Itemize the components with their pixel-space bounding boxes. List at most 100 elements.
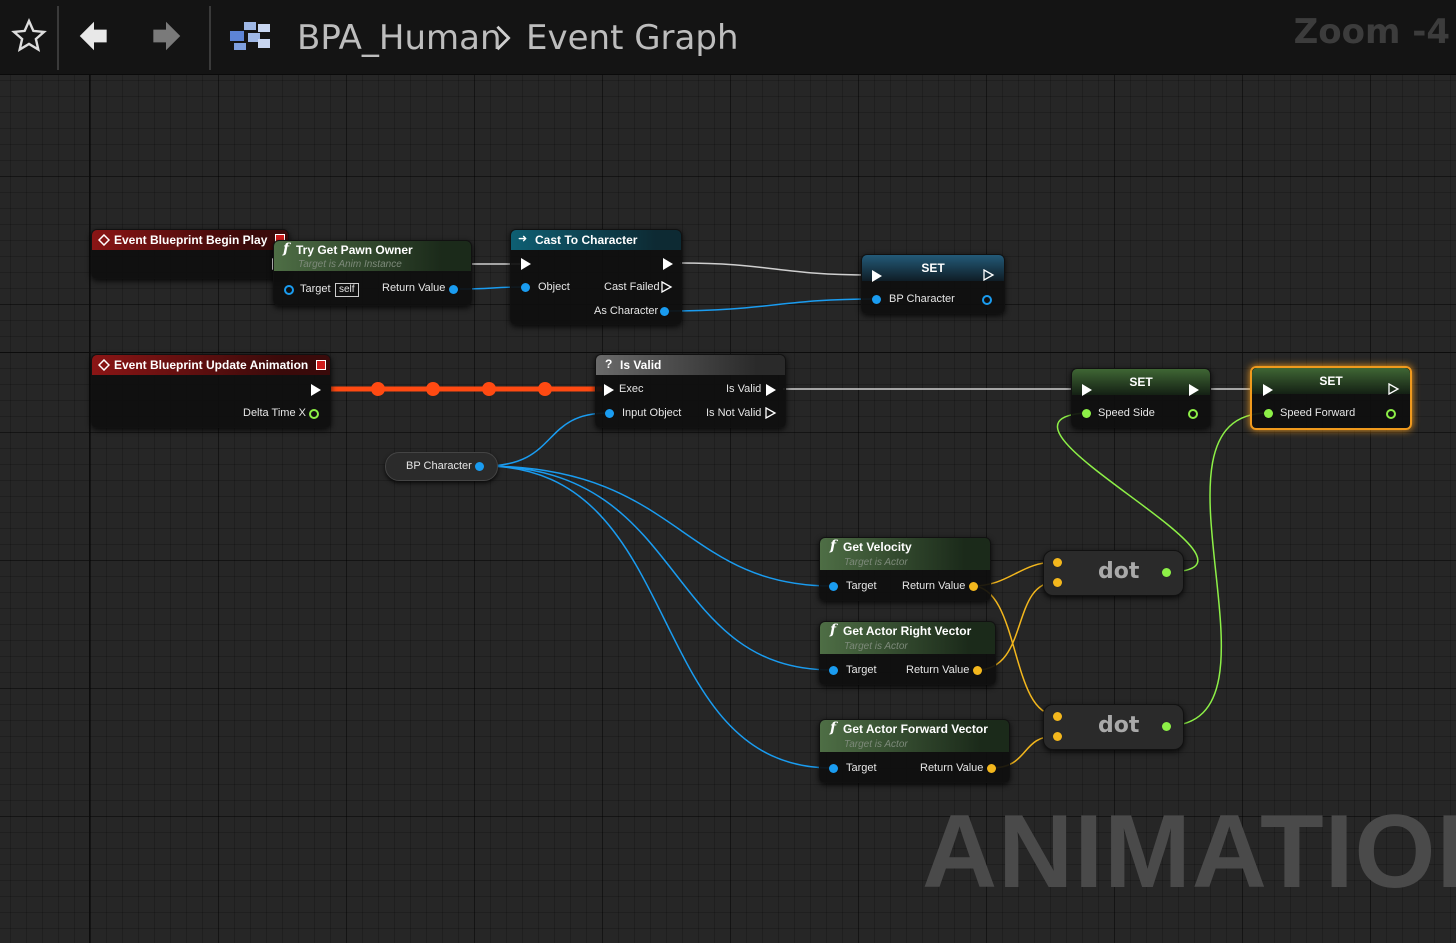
return-label: Return Value	[920, 762, 984, 774]
exec-out-pin[interactable]	[983, 269, 995, 281]
node-dot-product-side[interactable]: dot	[1043, 550, 1184, 596]
bp-character-label: BP Character	[889, 293, 955, 305]
exec-in-pin[interactable]	[872, 270, 882, 282]
exec-out-pin[interactable]	[311, 384, 321, 396]
target-pin[interactable]	[284, 285, 294, 295]
speed-forward-label: Speed Forward	[1280, 407, 1356, 419]
as-character-pin[interactable]	[660, 307, 669, 316]
return-pin[interactable]	[449, 285, 458, 294]
question-icon: ?	[605, 357, 613, 371]
result-pin[interactable]	[1162, 722, 1171, 731]
node-subtitle: Target is Actor	[844, 641, 908, 652]
object-pin[interactable]	[521, 283, 530, 292]
node-event-begin-play[interactable]: Event Blueprint Begin Play	[91, 229, 289, 279]
speed-forward-in-pin[interactable]	[1264, 409, 1273, 418]
target-pin[interactable]	[829, 764, 838, 773]
bp-character-out-pin[interactable]	[982, 295, 992, 305]
result-pin[interactable]	[1162, 568, 1171, 577]
speed-side-in-pin[interactable]	[1082, 409, 1091, 418]
target-label: Target	[846, 762, 877, 774]
is-not-valid-pin[interactable]	[765, 407, 777, 419]
zoom-level: Zoom -4	[1293, 12, 1450, 52]
toolbar-separator	[57, 6, 59, 70]
node-cast-to-character[interactable]: Cast To Character ➜ Object Cast Failed A…	[510, 229, 682, 325]
node-title: Cast To Character	[511, 230, 681, 250]
delta-time-label: Delta Time X	[243, 407, 306, 419]
node-title: Is Valid	[596, 355, 785, 375]
delta-time-pin[interactable]	[309, 409, 319, 419]
node-try-get-pawn-owner[interactable]: Try Get Pawn Owner f Target is Anim Inst…	[273, 240, 472, 306]
node-subtitle: Target is Anim Instance	[298, 259, 402, 270]
node-get-velocity[interactable]: Get Velocity f Target is Actor Target Re…	[819, 537, 991, 601]
target-label: Target	[846, 580, 877, 592]
cast-arrow-icon: ➜	[518, 233, 528, 245]
bp-character-out-pin[interactable]	[475, 462, 484, 471]
node-title: Event Blueprint Update Animation	[92, 355, 330, 375]
is-not-valid-label: Is Not Valid	[706, 407, 762, 419]
return-pin[interactable]	[987, 764, 996, 773]
vector-b-pin[interactable]	[1053, 732, 1062, 741]
is-valid-label: Is Valid	[726, 383, 762, 395]
is-valid-pin[interactable]	[766, 384, 776, 396]
exec-out-pin[interactable]	[1388, 383, 1400, 395]
node-subtitle: Target is Actor	[844, 739, 908, 750]
speed-side-out-pin[interactable]	[1188, 409, 1198, 419]
node-set-bp-character[interactable]: SET BP Character	[861, 254, 1005, 314]
node-title: SET	[1252, 368, 1410, 394]
blueprint-icon	[228, 14, 272, 58]
return-pin[interactable]	[973, 666, 982, 675]
vector-a-pin[interactable]	[1053, 712, 1062, 721]
exec-label: Exec	[619, 383, 644, 395]
star-icon[interactable]	[7, 14, 51, 58]
node-dot-product-forward[interactable]: dot	[1043, 704, 1184, 750]
target-label: Target	[300, 283, 331, 295]
function-icon: f	[830, 720, 837, 736]
graph-toolbar: BPA_Human Event Graph Zoom -4	[0, 0, 1456, 75]
arrow-right-icon[interactable]	[144, 14, 188, 58]
delegate-pin[interactable]	[316, 360, 326, 370]
node-get-actor-right-vector[interactable]: Get Actor Right Vector f Target is Actor…	[819, 621, 996, 685]
target-pin[interactable]	[829, 666, 838, 675]
operator-label: dot	[1098, 713, 1140, 738]
vector-a-pin[interactable]	[1053, 558, 1062, 567]
target-label: Target	[846, 664, 877, 676]
breadcrumb-graph[interactable]: Event Graph	[526, 18, 739, 58]
breadcrumb-asset[interactable]: BPA_Human	[297, 18, 502, 58]
graph-type-watermark: ANIMATION	[922, 794, 1456, 910]
function-icon: f	[830, 538, 837, 554]
cast-failed-pin[interactable]	[661, 281, 673, 293]
return-label: Return Value	[902, 580, 966, 592]
graph-origin-horizontal	[0, 352, 1456, 353]
bp-character-in-pin[interactable]	[872, 295, 881, 304]
input-object-pin[interactable]	[605, 409, 614, 418]
input-object-label: Input Object	[622, 407, 682, 419]
node-title: Event Blueprint Begin Play	[92, 230, 288, 250]
speed-side-label: Speed Side	[1098, 407, 1155, 419]
node-event-update-animation[interactable]: Event Blueprint Update Animation Delta T…	[91, 354, 331, 428]
function-icon: f	[830, 622, 837, 638]
return-label: Return Value	[906, 664, 970, 676]
exec-out-pin[interactable]	[1189, 384, 1199, 396]
target-pin[interactable]	[829, 582, 838, 591]
exec-out-pin[interactable]	[663, 258, 673, 270]
node-set-speed-side[interactable]: SET Speed Side	[1071, 368, 1211, 428]
node-get-actor-forward-vector[interactable]: Get Actor Forward Vector f Target is Act…	[819, 719, 1010, 783]
speed-forward-out-pin[interactable]	[1386, 409, 1396, 419]
node-is-valid[interactable]: Is Valid ? Exec Is Valid Input Object Is…	[595, 354, 786, 428]
return-pin[interactable]	[969, 582, 978, 591]
object-label: Object	[538, 281, 570, 293]
exec-in-pin[interactable]	[1082, 384, 1092, 396]
arrow-left-icon[interactable]	[72, 14, 116, 58]
toolbar-separator	[209, 6, 211, 70]
variable-label: BP Character	[406, 460, 472, 472]
vector-b-pin[interactable]	[1053, 578, 1062, 587]
cast-failed-label: Cast Failed	[604, 281, 660, 293]
return-label: Return Value	[382, 282, 446, 294]
node-get-bp-character[interactable]: BP Character	[385, 452, 498, 481]
exec-in-pin[interactable]	[1263, 384, 1273, 396]
node-subtitle: Target is Actor	[844, 557, 908, 568]
operator-label: dot	[1098, 559, 1140, 584]
node-set-speed-forward[interactable]: SET Speed Forward	[1250, 366, 1412, 430]
exec-in-pin[interactable]	[521, 258, 531, 270]
exec-in-pin[interactable]	[604, 384, 614, 396]
